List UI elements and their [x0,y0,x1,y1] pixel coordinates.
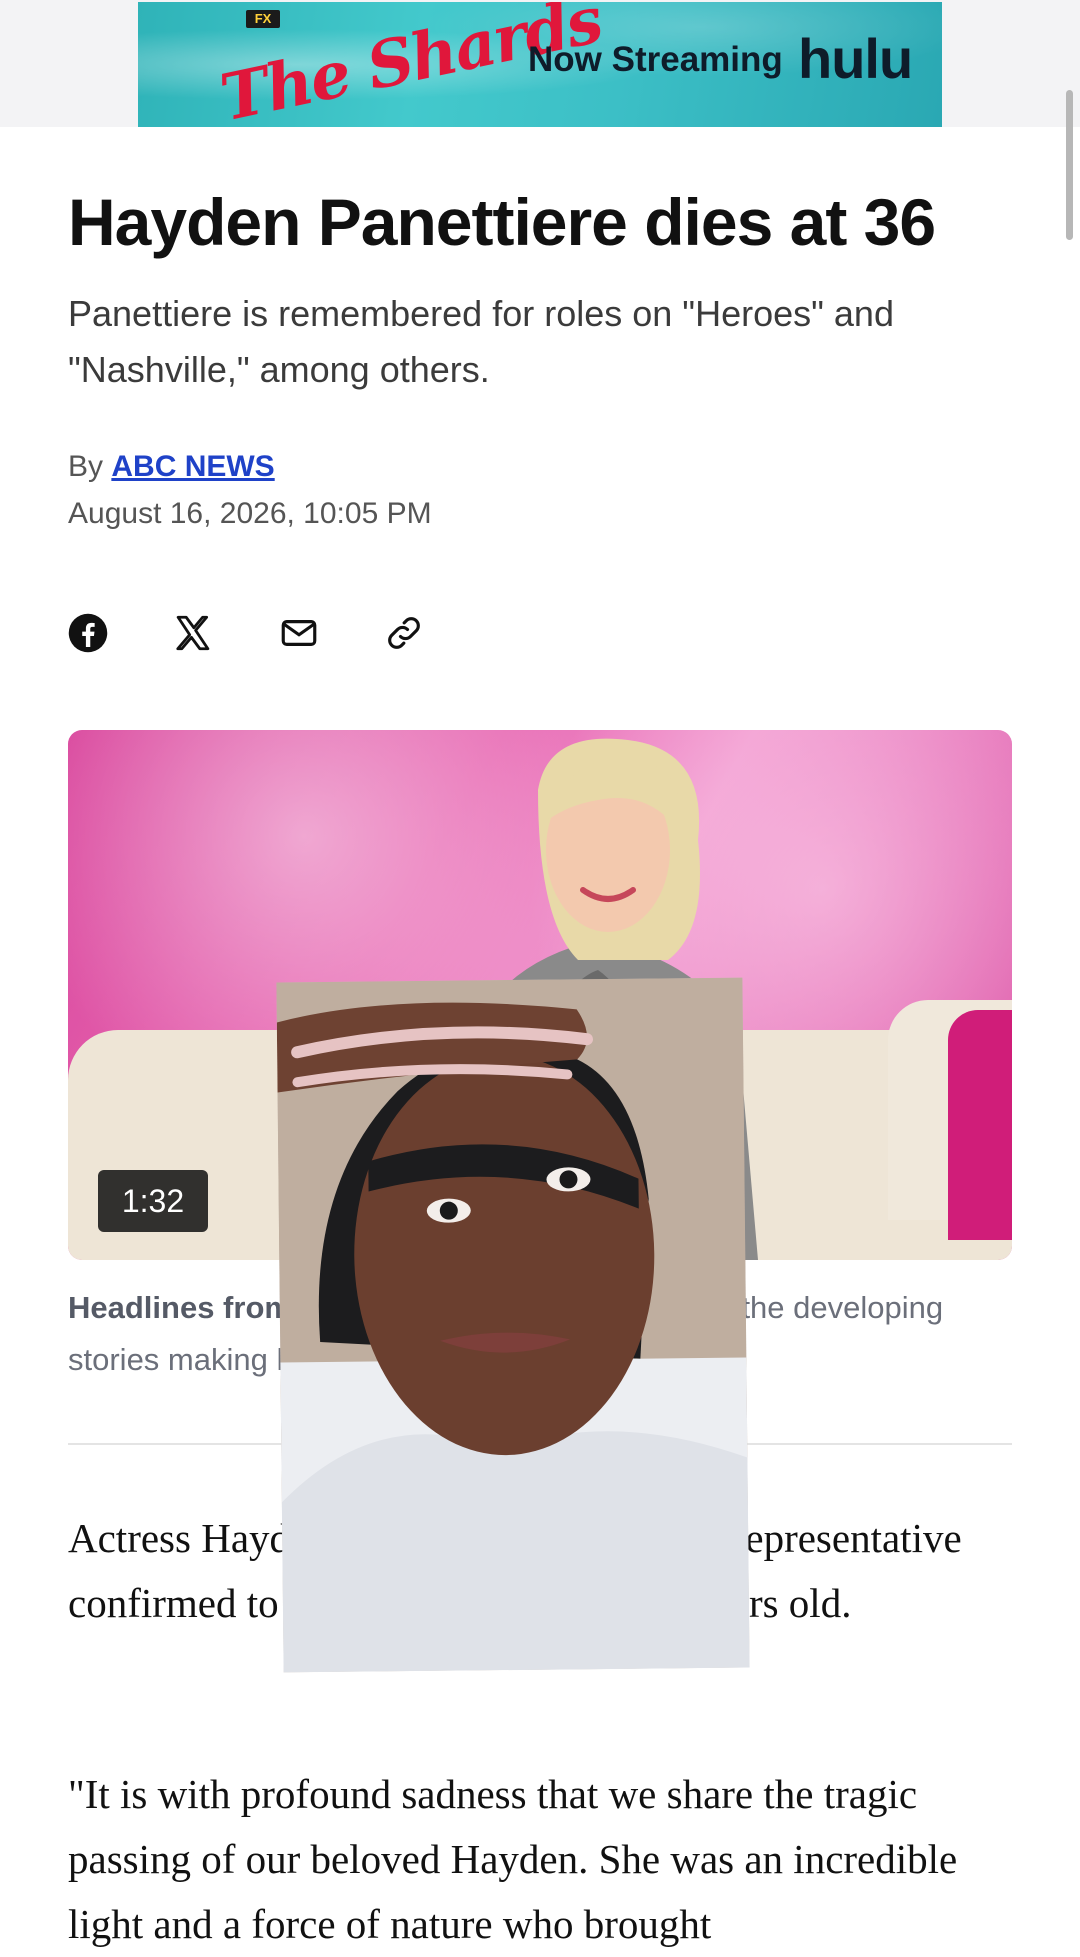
author-link[interactable]: ABC NEWS [111,450,274,483]
video-pillow [948,1010,1012,1240]
article-dek: Panettiere is remembered for roles on "H… [68,293,894,390]
overlay-reaction-video[interactable] [276,977,750,1673]
video-duration-badge: 1:32 [98,1170,208,1232]
ad-streaming-text: Now Streaming [528,40,783,79]
x-icon[interactable] [172,612,214,654]
ad-banner[interactable]: FX The Shards Now Streaming hulu [138,2,942,127]
scrollbar[interactable] [1066,90,1073,240]
ad-strip: FX The Shards Now Streaming hulu [0,0,1080,127]
body-paragraph-2: "It is with profound sadness that we sha… [68,1771,958,1947]
byline-prefix: By [68,450,104,483]
facebook-icon[interactable] [67,612,109,654]
hulu-logo: hulu [798,27,913,90]
byline: By ABC NEWS [68,450,275,484]
mail-icon[interactable] [278,612,320,654]
fx-logo: FX [246,10,280,28]
overlay-person-image [276,977,750,1673]
link-icon[interactable] [383,612,425,654]
publish-date: August 16, 2026, 10:05 PM [68,497,432,530]
caption-text-right: the developing [741,1290,944,1325]
article-headline: Hayden Panettiere dies at 36 [68,185,936,259]
